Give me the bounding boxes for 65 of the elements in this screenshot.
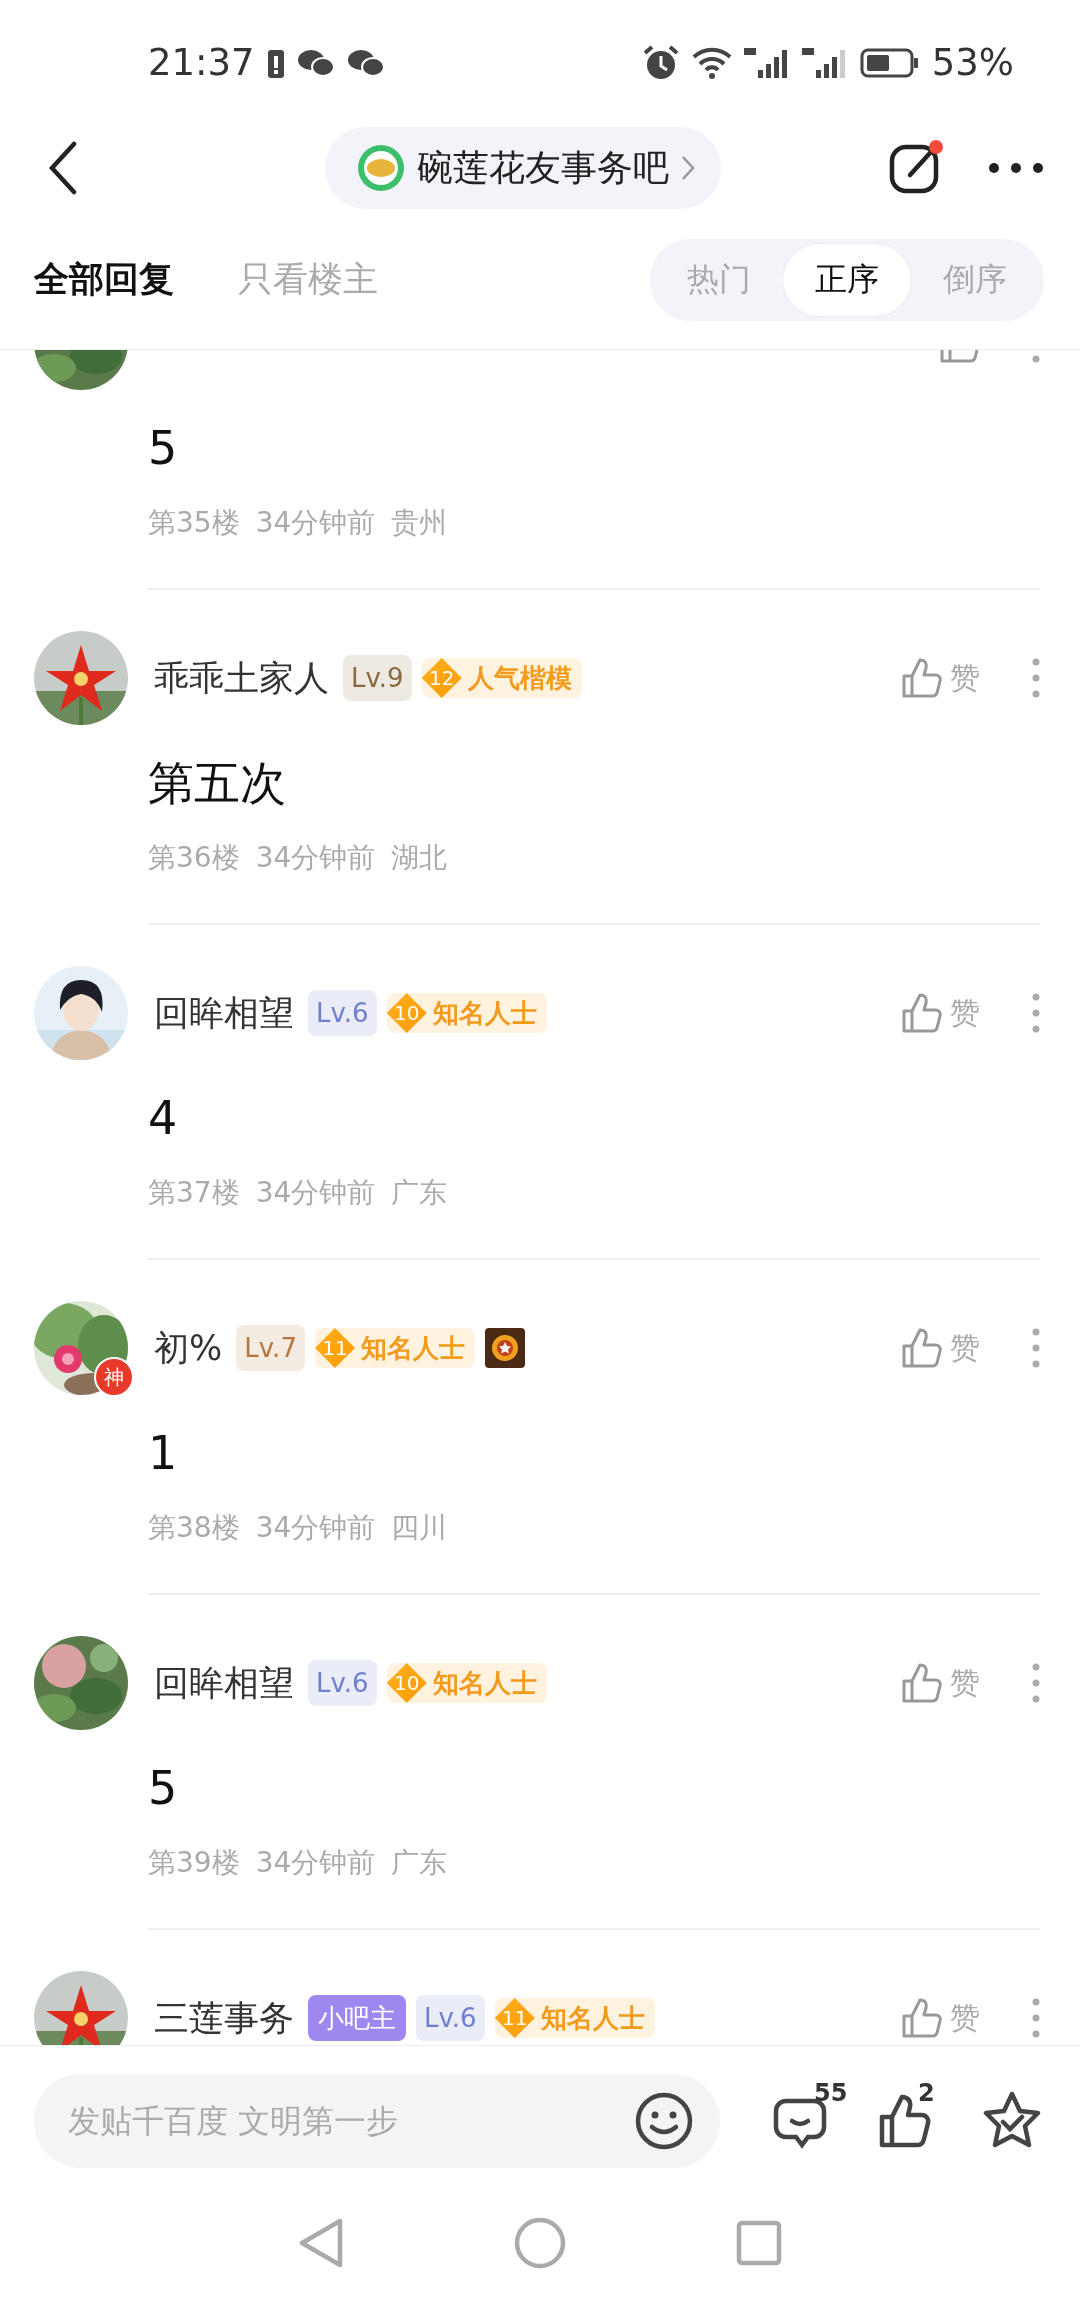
user-name[interactable]: 乖乖土家人 (154, 659, 329, 697)
honor-title: 知名人士 (432, 1667, 537, 1700)
post-location: 广东 (391, 1845, 448, 1881)
floor-number: 第38楼 (148, 1510, 240, 1546)
honor-level: 11 (494, 1998, 535, 2038)
user-name[interactable]: 三莲事务 (154, 1999, 294, 2037)
reply-text: 4 (148, 1090, 179, 1147)
honor-title: 知名人士 (360, 1332, 465, 1365)
honor-title: 人气楷模 (467, 662, 572, 695)
honor-title: 知名人士 (540, 2002, 645, 2035)
chat-bubbles-icon (296, 47, 335, 78)
forum-logo-icon (357, 144, 405, 192)
comment-count: 55 (814, 2079, 848, 2107)
honor-title: 知名人士 (432, 997, 537, 1030)
reply-text: 5 (148, 420, 179, 477)
alarm-icon (641, 44, 680, 81)
battery-icon (859, 46, 920, 79)
level-badge: Lv.6 (308, 990, 377, 1036)
recents-square-icon[interactable] (736, 2220, 782, 2266)
honor-level: 12 (421, 658, 462, 698)
back-icon[interactable] (48, 140, 78, 195)
forum-button[interactable]: 碗莲花友事务吧 (325, 127, 721, 209)
back-triangle-icon[interactable] (298, 2217, 344, 2269)
honor-level: 10 (386, 993, 427, 1033)
honor-level: 11 (314, 1328, 355, 1368)
honor-level: 10 (386, 1663, 427, 1703)
level-badge: Lv.6 (308, 1660, 377, 1706)
floor-number: 第37楼 (148, 1175, 240, 1211)
post-location: 广东 (391, 1175, 448, 1211)
level-badge: Lv.7 (236, 1325, 305, 1371)
reply-input[interactable]: 发贴千百度 文明第一步 (34, 2074, 720, 2168)
more-icon[interactable] (988, 161, 1044, 174)
chat-bubbles-icon (346, 47, 385, 78)
post-location: 贵州 (391, 505, 448, 541)
floor-number: 第39楼 (148, 1845, 240, 1881)
post-time: 34分钟前 (255, 505, 376, 541)
battery-percent: 53% (931, 41, 1014, 84)
signal-icon (801, 45, 848, 80)
level-badge: Lv.6 (416, 1995, 485, 2041)
tab[interactable]: 全部回复 (34, 256, 174, 303)
user-name[interactable]: 初% (154, 1329, 223, 1367)
post-time: 34分钟前 (255, 1845, 376, 1881)
post-time: 34分钟前 (255, 840, 376, 876)
reply-text: 5 (148, 1760, 179, 1817)
sort-option[interactable]: 正序 (783, 243, 911, 316)
post-location: 湖北 (391, 840, 448, 876)
role-badge: 小吧主 (308, 1995, 406, 2041)
wifi-icon (691, 46, 732, 79)
home-circle-icon[interactable] (514, 2217, 566, 2269)
floor-number: 第36楼 (148, 840, 240, 876)
floor-number: 第35楼 (148, 505, 240, 541)
reply-text: 第五次 (148, 755, 287, 812)
user-name[interactable]: 回眸相望 (154, 994, 294, 1032)
status-time: 21:37 (148, 41, 255, 84)
post-time: 34分钟前 (255, 1510, 376, 1546)
post-time: 34分钟前 (255, 1175, 376, 1211)
avatar-badge: 神 (94, 1357, 134, 1397)
like-count: 2 (918, 2079, 935, 2107)
post-location: 四川 (391, 1510, 448, 1546)
reply-text: 1 (148, 1425, 179, 1482)
user-name[interactable]: 回眸相望 (154, 1664, 294, 1702)
level-badge: Lv.9 (343, 655, 412, 701)
signal-icon (743, 45, 790, 80)
emoji-icon[interactable] (634, 2091, 694, 2151)
chevron-right-icon (681, 155, 695, 181)
